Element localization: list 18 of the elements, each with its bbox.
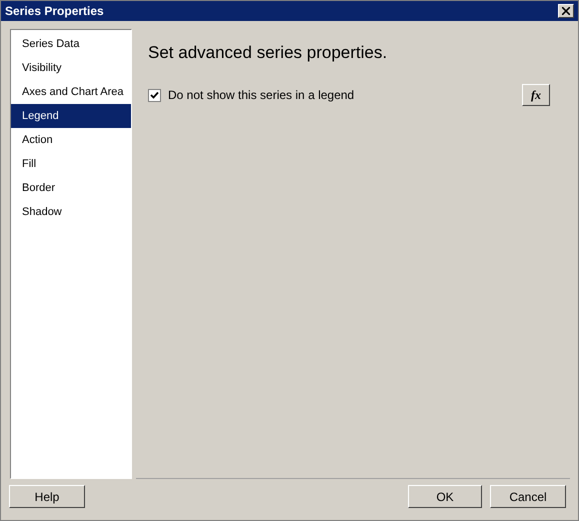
sidebar-item[interactable]: Border — [11, 176, 131, 200]
sidebar-item[interactable]: Visibility — [11, 56, 131, 80]
cancel-button[interactable]: Cancel — [490, 485, 566, 508]
sidebar-item[interactable]: Legend — [11, 104, 131, 128]
expression-button[interactable]: fx — [522, 84, 550, 106]
sidebar-item[interactable]: Series Data — [11, 32, 131, 56]
sidebar-item[interactable]: Action — [11, 128, 131, 152]
window-title: Series Properties — [5, 4, 104, 18]
legend-checkbox[interactable] — [148, 88, 161, 102]
sidebar-item[interactable]: Fill — [11, 152, 131, 176]
sidebar-item[interactable]: Shadow — [11, 200, 131, 224]
panel-heading: Set advanced series properties. — [148, 43, 388, 63]
help-button[interactable]: Help — [9, 485, 85, 508]
sidebar-item[interactable]: Axes and Chart Area — [11, 80, 131, 104]
ok-button[interactable]: OK — [408, 485, 482, 508]
close-button[interactable] — [558, 4, 574, 18]
close-icon — [562, 7, 570, 15]
checkbox-label: Do not show this series in a legend — [168, 88, 354, 102]
